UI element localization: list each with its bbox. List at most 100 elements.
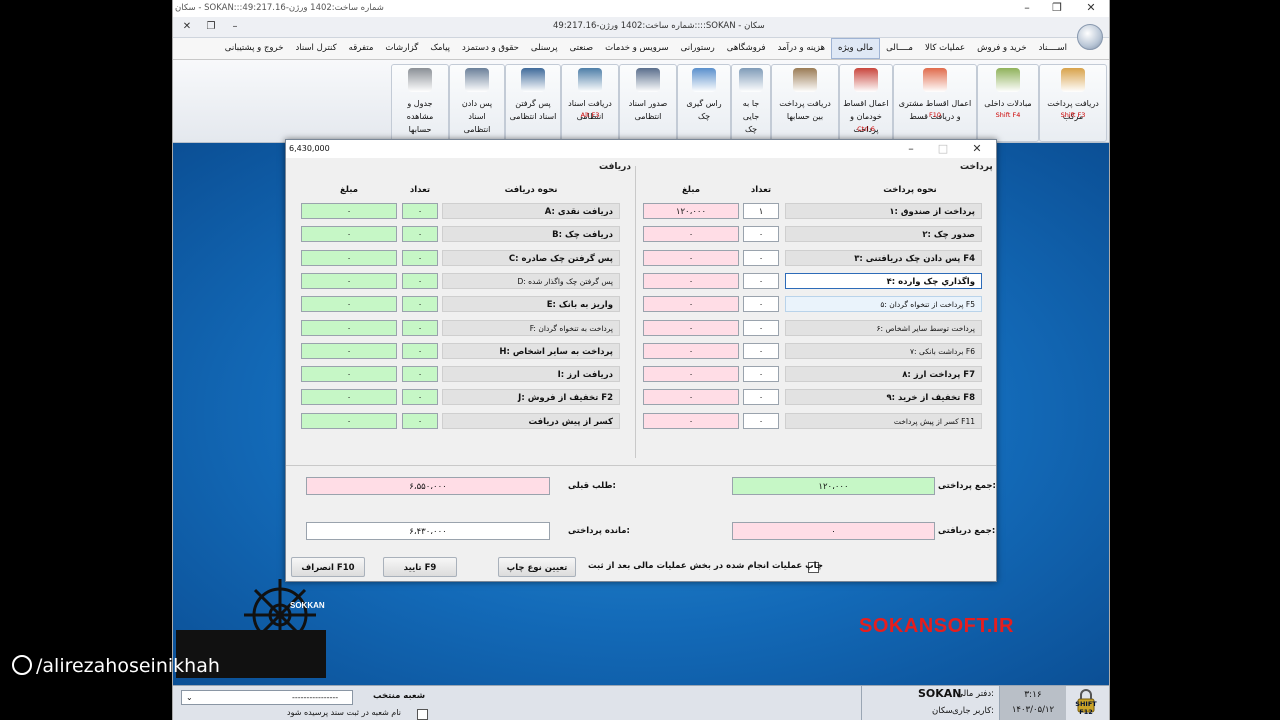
payment-amount-field[interactable]: ۰: [643, 412, 739, 429]
receipt-method-row[interactable]: H: پرداخت به سایر اشخاص: [442, 342, 620, 359]
receipt-method-row[interactable]: F: پرداخت به تنخواه گردان: [442, 319, 620, 336]
branch-select[interactable]: ⌄ ----------------: [181, 690, 353, 705]
receipt-amount-field[interactable]: ۰: [301, 412, 397, 429]
menu-item-9[interactable]: صنعتی: [564, 38, 600, 59]
menu-item-3[interactable]: مــــالی: [880, 38, 919, 59]
receipt-method-row[interactable]: J: تخفیف از فروش F2: [442, 389, 620, 406]
ribbon-button-3[interactable]: اعمال اقساط خودمان و پرداخت قسطCtrl 6: [839, 64, 893, 147]
receipt-amount-field[interactable]: ۰: [301, 342, 397, 359]
menu-item-12[interactable]: پیامک: [424, 38, 456, 59]
payment-amount-field[interactable]: ۰: [643, 342, 739, 359]
payment-method-row[interactable]: ۵: پرداخت از تنخواه گردان F5: [785, 296, 982, 313]
menu-item-10[interactable]: پرسنلی: [525, 38, 564, 59]
receipt-count-field[interactable]: ۰: [402, 272, 438, 289]
receipt-count-field[interactable]: ۰: [402, 412, 438, 429]
payment-count-field[interactable]: ۰: [743, 296, 779, 313]
receipt-method-row[interactable]: C: پس گرفتن چک صادره: [442, 249, 620, 266]
payment-method-row[interactable]: ۳: پس دادن چک دریافتنی F4: [785, 249, 982, 266]
menu-item-15[interactable]: کنترل اسناد: [289, 38, 342, 59]
payment-method-row[interactable]: ۸: پرداخت ارز F7: [785, 366, 982, 383]
receipt-amount-field[interactable]: ۰: [301, 366, 397, 383]
receipt-count-field[interactable]: ۰: [402, 389, 438, 406]
ribbon-button-11[interactable]: جدول و مشاهده حسابها: [391, 64, 449, 142]
ribbon-button-9[interactable]: پس گرفتن اسناد انتظامی: [505, 64, 561, 142]
inner-minimize-icon[interactable]: –: [227, 19, 243, 35]
menu-item-8[interactable]: سرویس و خدمات: [599, 38, 675, 59]
payment-count-field[interactable]: ۱: [743, 203, 779, 219]
ribbon-button-0[interactable]: دریافت پرداخت مرکب Shift F3: [1039, 64, 1107, 142]
ribbon-button-8[interactable]: دریافت اسناد انتظامی Alt F3: [561, 64, 619, 142]
confirm-button[interactable]: تایید F9: [383, 557, 457, 577]
receipt-count-field[interactable]: ۰: [402, 249, 438, 266]
receipt-amount-field[interactable]: ۰: [301, 296, 397, 313]
payment-count-field[interactable]: ۰: [743, 226, 779, 243]
close-button[interactable]: ✕: [1083, 1, 1099, 15]
ribbon-button-1[interactable]: مبادلات داخلی Shift F4: [977, 64, 1039, 142]
receipt-amount-field[interactable]: ۰: [301, 226, 397, 243]
dialog-minimize-button[interactable]: –: [903, 141, 919, 157]
receipt-count-field[interactable]: ۰: [402, 203, 438, 219]
ribbon-button-2[interactable]: اعمال اقساط مشتری و دریافت قسط F10: [893, 64, 977, 142]
shift-f12-button[interactable]: SHIFT F12: [1069, 688, 1103, 719]
menu-item-13[interactable]: گزارشات: [379, 38, 424, 59]
payment-amount-field[interactable]: ۰: [643, 366, 739, 383]
payment-amount-field[interactable]: ۰: [643, 319, 739, 336]
receipt-method-row[interactable]: D: پس گرفتن چک واگذار شده: [442, 272, 620, 289]
payment-method-row[interactable]: کسر از پیش پرداخت F11: [785, 412, 982, 429]
receipt-method-row[interactable]: A: دریافت نقدی: [442, 203, 620, 219]
receipt-count-field[interactable]: ۰: [402, 296, 438, 313]
app-orb-button[interactable]: [1077, 24, 1103, 50]
receipt-count-field[interactable]: ۰: [402, 226, 438, 243]
payment-method-row[interactable]: ۷: برداشت بانکی F6: [785, 342, 982, 359]
menu-item-16[interactable]: خروج و پشتیبانی: [219, 38, 290, 59]
menu-item-1[interactable]: خرید و فروش: [971, 38, 1033, 59]
payment-method-row[interactable]: ۶: پرداخت توسط سایر اشخاص: [785, 319, 982, 336]
payment-count-field[interactable]: ۰: [743, 272, 779, 289]
receipt-amount-field[interactable]: ۰: [301, 272, 397, 289]
ribbon-button-4[interactable]: دریافت پرداخت بین حسابها: [771, 64, 839, 142]
payment-count-field[interactable]: ۰: [743, 412, 779, 429]
receipt-method-row[interactable]: I: دریافت ارز: [442, 366, 620, 383]
maximize-button[interactable]: ❐: [1049, 1, 1065, 15]
ribbon-button-10[interactable]: پس دادن اسناد انتظامی: [449, 64, 505, 142]
receipt-method-row[interactable]: B: دریافت چک: [442, 226, 620, 243]
inner-close-icon[interactable]: ✕: [179, 19, 195, 35]
receipt-count-field[interactable]: ۰: [402, 319, 438, 336]
menu-item-6[interactable]: فروشگاهی: [721, 38, 772, 59]
branch-ask-checkbox[interactable]: [417, 709, 428, 720]
inner-restore-icon[interactable]: ❐: [203, 19, 219, 35]
payment-amount-field[interactable]: ۰: [643, 296, 739, 313]
receipt-count-field[interactable]: ۰: [402, 366, 438, 383]
ribbon-button-6[interactable]: راس گیری چک: [677, 64, 731, 142]
menu-item-7[interactable]: رستورانی: [675, 38, 721, 59]
payment-amount-field[interactable]: ۰: [643, 249, 739, 266]
payment-count-field[interactable]: ۰: [743, 366, 779, 383]
menu-item-11[interactable]: حقوق و دستمزد: [456, 38, 525, 59]
payment-amount-field[interactable]: ۰: [643, 389, 739, 406]
receipt-method-row[interactable]: کسر از پیش دریافت: [442, 412, 620, 429]
payment-count-field[interactable]: ۰: [743, 389, 779, 406]
cancel-button[interactable]: انصراف F10: [291, 557, 365, 577]
menu-item-14[interactable]: متفرقه: [343, 38, 380, 59]
receipt-amount-field[interactable]: ۰: [301, 203, 397, 219]
payment-method-row[interactable]: ۹: تخفیف از خرید F8: [785, 389, 982, 406]
payment-method-row[interactable]: ۱: پرداخت از صندوق: [785, 203, 982, 219]
print-type-button[interactable]: تعیین نوع چاپ: [498, 557, 576, 577]
menu-item-0[interactable]: اســــناد: [1033, 38, 1073, 59]
payment-amount-field[interactable]: ۰: [643, 272, 739, 289]
receipt-method-row[interactable]: E: واریز به بانک: [442, 296, 620, 313]
payment-count-field[interactable]: ۰: [743, 342, 779, 359]
payment-count-field[interactable]: ۰: [743, 249, 779, 266]
menu-item-2[interactable]: عملیات کالا: [919, 38, 971, 59]
menu-item-4[interactable]: مالی ویژه: [831, 38, 881, 59]
minimize-button[interactable]: –: [1019, 1, 1035, 15]
payment-method-row[interactable]: ۲: صدور چک: [785, 226, 982, 243]
payment-count-field[interactable]: ۰: [743, 319, 779, 336]
payment-amount-field[interactable]: ۱۲۰،۰۰۰: [643, 203, 739, 219]
receipt-amount-field[interactable]: ۰: [301, 319, 397, 336]
receipt-amount-field[interactable]: ۰: [301, 389, 397, 406]
dialog-close-button[interactable]: ✕: [969, 141, 985, 157]
payment-amount-field[interactable]: ۰: [643, 226, 739, 243]
ribbon-button-5[interactable]: جا به جایی چک: [731, 64, 771, 142]
payment-method-row[interactable]: ۴: واگذاري چک وارده: [785, 272, 982, 289]
